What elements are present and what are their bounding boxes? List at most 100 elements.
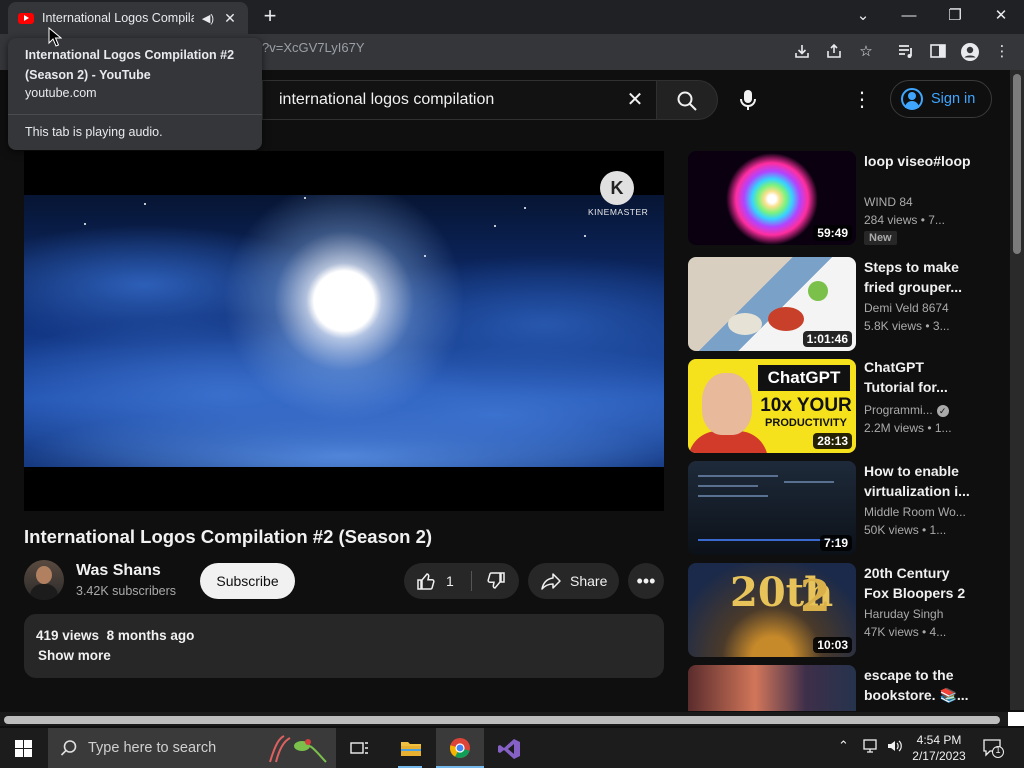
recommendation-views: 5.8K views • 3... [864,319,950,333]
speaker-icon[interactable]: ◀) [202,12,214,25]
browser-tab[interactable]: International Logos Compilation #2 (Seas… [8,2,248,34]
voice-search-button[interactable] [728,80,768,120]
recommendation-item[interactable]: 59:49 loop viseo#loop WIND 84 284 views … [688,151,1010,247]
scrollbar-corner [1008,712,1024,726]
video-player[interactable]: K KINEMASTER [24,151,664,511]
new-tab-button[interactable]: + [258,4,282,28]
thumbnail-cooking: 1:01:46 [688,257,856,351]
visual-studio-icon[interactable] [488,732,528,764]
recommendation-title: escape to the bookstore. 📚... [864,667,969,703]
presenter-face [702,373,752,435]
star [304,197,306,199]
thumbnail-text-10x: 10x YOUR [760,395,852,416]
video-duration: 1:01:46 [802,331,852,347]
video-duration: 7:19 [819,535,852,551]
more-actions-button[interactable]: ••• [628,563,664,599]
chrome-taskbar-button[interactable] [436,728,484,768]
restore-button[interactable]: ❐ [932,4,978,28]
recommendation-item[interactable]: 20th 2 10:03 20th Century Fox Bloopers 2… [688,563,1010,659]
thumbnail-chatgpt: ChatGPT 10x YOUR PRODUCTIVITY 28:13 [688,359,856,453]
thumbnail-heart: 59:49 [688,151,856,245]
share-page-icon[interactable] [824,42,844,62]
windows-logo-icon [24,740,32,748]
channel-name[interactable]: Was Shans [76,562,161,580]
horizontal-scrollbar-thumb[interactable] [4,716,1000,724]
share-button[interactable]: Share [528,563,619,599]
dislike-button[interactable] [472,563,519,599]
close-window-button[interactable]: ✕ [978,4,1024,28]
bios-line [698,495,768,497]
mouse-cursor-icon [48,27,62,47]
hover-card-title: International Logos Compilation #2 (Seas… [25,48,235,82]
description-box[interactable]: 419 views 8 months ago Show more [24,614,664,678]
show-more-link[interactable]: Show more [38,648,111,663]
sign-in-button[interactable]: Sign in [890,80,992,118]
hover-card-divider [8,114,262,115]
address-bar[interactable]: ?v=XcGV7LyI67Y [262,40,365,55]
bios-line [784,481,834,483]
thumbnail-20th-century-fox: 20th 2 10:03 [688,563,856,657]
network-icon[interactable] [862,738,880,757]
recommendation-item[interactable]: ChatGPT 10x YOUR PRODUCTIVITY 28:13 Chat… [688,359,1010,455]
task-view-icon[interactable] [340,732,380,764]
hover-card-audio-status: This tab is playing audio. [25,125,163,139]
browser-tabstrip: International Logos Compilation #2 (Seas… [0,0,1024,34]
show-hidden-icons-icon[interactable]: ⌃ [838,738,849,754]
taskbar-search-box[interactable]: Type here to search [48,728,336,768]
side-panel-icon[interactable] [928,42,948,62]
recommendation-item[interactable]: 1:01:46 Steps to make fried grouper... D… [688,257,1010,353]
recommendation-item[interactable]: 7:19 How to enable virtualization i... M… [688,461,1010,557]
profile-icon[interactable] [960,42,980,62]
share-label: Share [570,573,608,589]
notification-count: 1 [995,745,1001,755]
chrome-menu-icon[interactable]: ⋮ [992,42,1012,62]
clear-search-icon[interactable]: ✕ [622,87,648,113]
taskbar-search-placeholder: Type here to search [88,740,217,756]
video-duration: 59:49 [813,225,852,241]
microphone-icon [740,90,756,110]
thumbnail-text-2: 2 [800,571,831,622]
recommendation-title: How to enable virtualization i... [864,463,970,499]
notification-center-button[interactable]: 1 [982,738,1004,758]
windows-logo-icon [24,749,32,757]
start-button[interactable] [0,728,48,768]
search-highlight-bird-icon [269,735,327,763]
star [144,203,146,205]
vertical-scrollbar-thumb[interactable] [1013,74,1021,254]
video-duration: 10:03 [813,637,852,653]
channel-avatar[interactable] [24,560,64,600]
chrome-icon [450,738,470,758]
minimize-button[interactable]: — [886,4,932,28]
recommendation-channel: Middle Room Wo... [864,505,966,519]
recommendation-views: 284 views • 7... [864,213,945,227]
recommendation-title: 20th Century Fox Bloopers 2 [864,565,966,601]
media-controls-icon[interactable] [896,42,916,62]
bookmark-star-icon[interactable]: ☆ [856,42,876,62]
tab-search-icon[interactable]: ⌄ [840,4,886,28]
recommendation-item[interactable]: escape to the bookstore. 📚... [688,665,1010,711]
like-button[interactable]: 1 [404,563,470,599]
star [524,207,526,209]
thumbnail-text-productivity: PRODUCTIVITY [765,417,847,429]
tab-close-icon[interactable]: ✕ [222,10,238,27]
settings-menu-icon[interactable]: ⋮ [848,88,876,112]
subscriber-count: 3.42K subscribers [76,584,177,598]
bios-line [698,475,778,477]
search-input[interactable]: international logos compilation ✕ [262,80,656,120]
volume-icon[interactable] [886,738,904,757]
taskbar-clock[interactable]: 4:54 PM 2/17/2023 [912,732,966,764]
windows-logo-icon [15,740,23,748]
channel-name-text: Programmi... [864,403,933,417]
tab-hover-card: International Logos Compilation #2 (Seas… [8,38,262,150]
install-app-icon[interactable] [792,42,812,62]
file-explorer-icon[interactable] [390,732,430,768]
search-button[interactable] [656,80,718,120]
star [84,223,86,225]
vegetables [768,307,804,331]
search-icon [677,91,697,111]
share-arrow-icon [541,573,561,590]
subscribe-button[interactable]: Subscribe [200,563,295,599]
thumbs-up-icon [417,573,435,590]
thumbs-down-icon [486,572,505,589]
thumbnail-bios-screen: 7:19 [688,461,856,555]
